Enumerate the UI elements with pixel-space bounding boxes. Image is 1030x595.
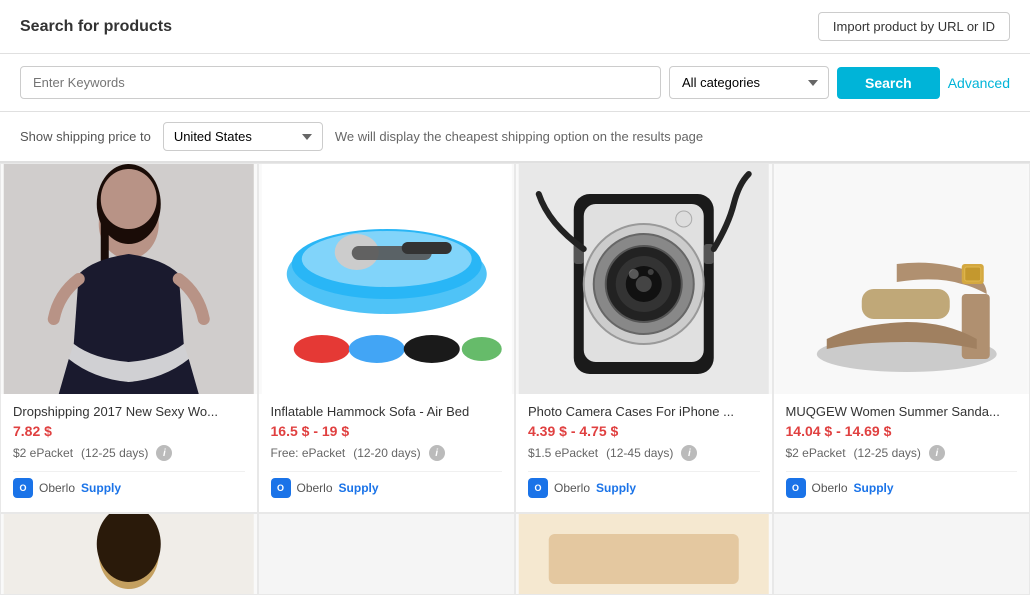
shipping-price-1: $2 ePacket — [13, 446, 73, 460]
shipping-price-3: $1.5 ePacket — [528, 446, 598, 460]
oberlo-logo-4: O — [786, 478, 806, 498]
category-select[interactable]: All categoriesWomen's FashionMen's Fashi… — [669, 66, 829, 99]
product-shipping-3: $1.5 ePacket (12-45 days) i — [528, 445, 760, 461]
oberlo-label-2: Oberlo — [297, 481, 333, 495]
product-card-1[interactable]: Dropshipping 2017 New Sexy Wo... 7.82 $ … — [1, 164, 257, 512]
shipping-days-2: (12-20 days) — [353, 446, 420, 460]
oberlo-logo-3: O — [528, 478, 548, 498]
product-card-4[interactable]: MUQGEW Women Summer Sanda... 14.04 $ - 1… — [774, 164, 1030, 512]
oberlo-badge-3: O Oberlo Supply — [528, 471, 760, 502]
info-icon-1[interactable]: i — [156, 445, 172, 461]
product-card-3[interactable]: Photo Camera Cases For iPhone ... 4.39 $… — [516, 164, 772, 512]
product-image-dress — [1, 164, 257, 394]
top-bar: Search for products Import product by UR… — [0, 0, 1030, 54]
product-name-2: Inflatable Hammock Sofa - Air Bed — [271, 404, 503, 419]
shipping-country-select[interactable]: United StatesUnited KingdomCanadaAustral… — [163, 122, 323, 151]
product-shipping-1: $2 ePacket (12-25 days) i — [13, 445, 245, 461]
shipping-price-4: $2 ePacket — [786, 446, 846, 460]
product-price-2: 16.5 $ - 19 $ — [271, 423, 503, 439]
search-button[interactable]: Search — [837, 67, 940, 99]
product-price-3: 4.39 $ - 4.75 $ — [528, 423, 760, 439]
shipping-note: We will display the cheapest shipping op… — [335, 129, 703, 144]
search-bar: All categoriesWomen's FashionMen's Fashi… — [0, 54, 1030, 112]
product-card-2[interactable]: Inflatable Hammock Sofa - Air Bed 16.5 $… — [259, 164, 515, 512]
product-name-4: MUQGEW Women Summer Sanda... — [786, 404, 1018, 419]
product-price-4: 14.04 $ - 14.69 $ — [786, 423, 1018, 439]
oberlo-label-4: Oberlo — [812, 481, 848, 495]
product-name-3: Photo Camera Cases For iPhone ... — [528, 404, 760, 419]
products-grid: Dropshipping 2017 New Sexy Wo... 7.82 $ … — [0, 162, 1030, 513]
product-image-hammock — [259, 164, 515, 394]
product-info-4: MUQGEW Women Summer Sanda... 14.04 $ - 1… — [774, 394, 1030, 512]
shipping-days-4: (12-25 days) — [854, 446, 921, 460]
product-price-1: 7.82 $ — [13, 423, 245, 439]
info-icon-2[interactable]: i — [429, 445, 445, 461]
page-title: Search for products — [20, 18, 172, 36]
advanced-link[interactable]: Advanced — [948, 75, 1010, 91]
product-info-3: Photo Camera Cases For iPhone ... 4.39 $… — [516, 394, 772, 512]
partial-card-4[interactable] — [774, 514, 1030, 594]
shipping-days-3: (12-45 days) — [606, 446, 673, 460]
oberlo-logo-1: O — [13, 478, 33, 498]
oberlo-label-1: Oberlo — [39, 481, 75, 495]
shipping-days-1: (12-25 days) — [81, 446, 148, 460]
shipping-bar: Show shipping price to United StatesUnit… — [0, 112, 1030, 162]
product-info-1: Dropshipping 2017 New Sexy Wo... 7.82 $ … — [1, 394, 257, 512]
partial-card-1[interactable] — [1, 514, 257, 594]
supply-label-1: Supply — [81, 481, 121, 495]
product-image-sandal — [774, 164, 1030, 394]
product-info-2: Inflatable Hammock Sofa - Air Bed 16.5 $… — [259, 394, 515, 512]
info-icon-3[interactable]: i — [681, 445, 697, 461]
partial-card-3[interactable] — [516, 514, 772, 594]
product-shipping-4: $2 ePacket (12-25 days) i — [786, 445, 1018, 461]
oberlo-badge-2: O Oberlo Supply — [271, 471, 503, 502]
product-name-1: Dropshipping 2017 New Sexy Wo... — [13, 404, 245, 419]
shipping-label: Show shipping price to — [20, 129, 151, 144]
product-shipping-2: Free: ePacket (12-20 days) i — [271, 445, 503, 461]
search-input[interactable] — [20, 66, 661, 99]
import-button[interactable]: Import product by URL or ID — [818, 12, 1010, 41]
partial-row — [0, 513, 1030, 595]
partial-card-2[interactable] — [259, 514, 515, 594]
supply-label-3: Supply — [596, 481, 636, 495]
oberlo-logo-2: O — [271, 478, 291, 498]
oberlo-badge-1: O Oberlo Supply — [13, 471, 245, 502]
info-icon-4[interactable]: i — [929, 445, 945, 461]
oberlo-label-3: Oberlo — [554, 481, 590, 495]
supply-label-2: Supply — [339, 481, 379, 495]
oberlo-badge-4: O Oberlo Supply — [786, 471, 1018, 502]
shipping-price-2: Free: ePacket — [271, 446, 346, 460]
product-image-camera — [516, 164, 772, 394]
supply-label-4: Supply — [854, 481, 894, 495]
